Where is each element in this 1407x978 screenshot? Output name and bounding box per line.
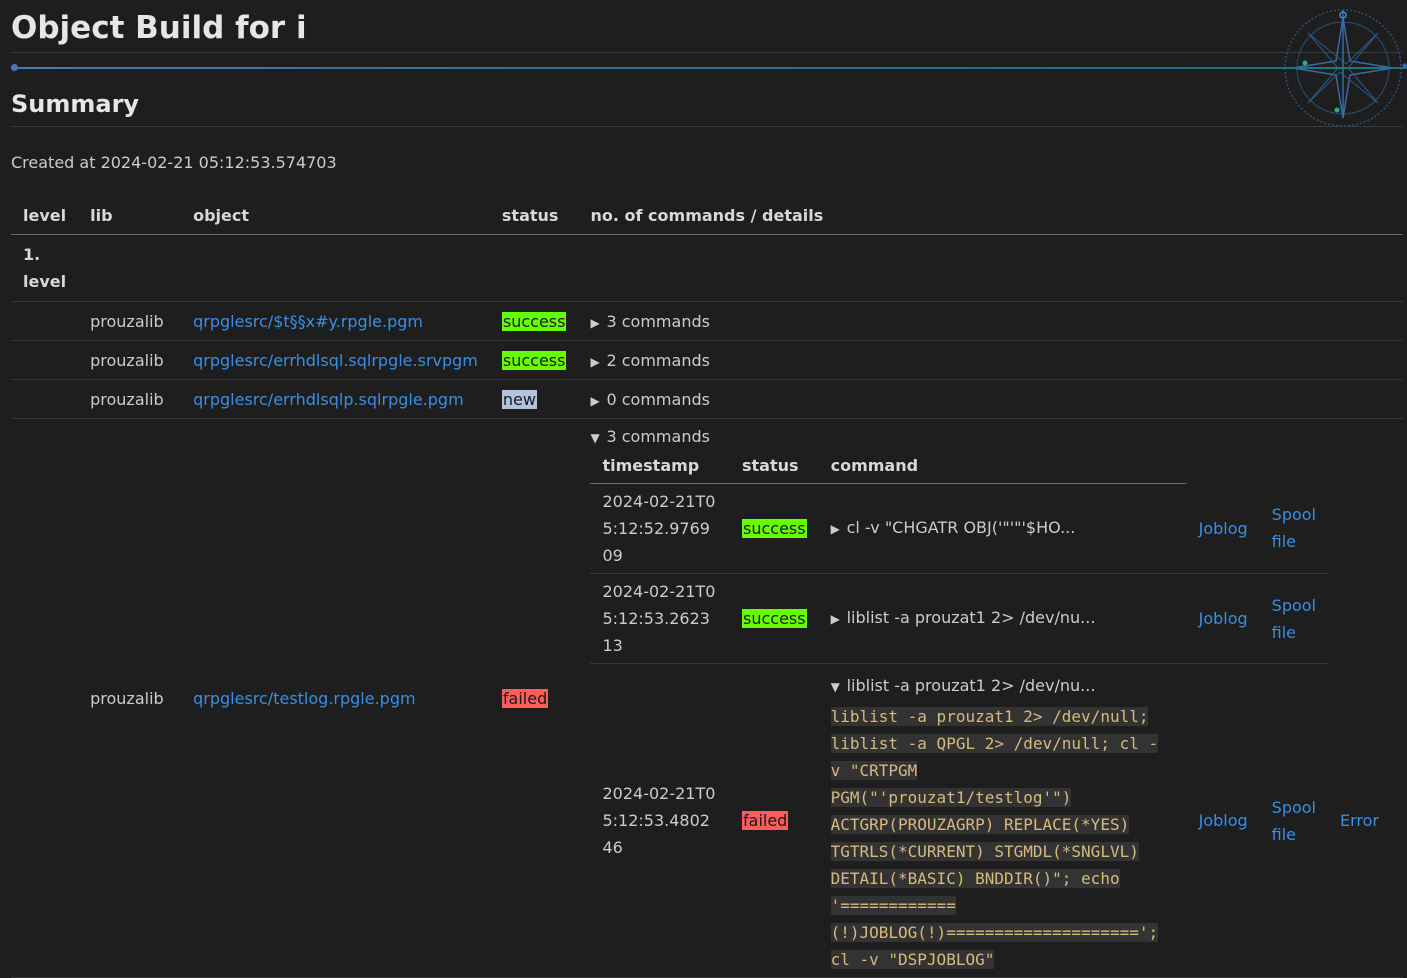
level-label: 1. level <box>11 235 78 302</box>
col-command: command <box>819 451 1187 484</box>
caret-right-icon: ▶ <box>590 316 606 330</box>
joblog-link[interactable]: Joblog <box>1199 609 1248 628</box>
caret-down-icon: ▼ <box>831 674 847 701</box>
command-toggle[interactable]: ▶liblist -a prouzat1 2> /dev/nu... <box>819 574 1187 664</box>
commands-summary: 3 commands <box>606 427 709 446</box>
spool-file-link[interactable]: Spool file <box>1272 798 1316 844</box>
cmd-status-badge: success <box>742 519 807 538</box>
commands-toggle[interactable]: ▼3 commands <box>590 427 1391 451</box>
lib-cell: prouzalib <box>78 380 181 419</box>
table-row: prouzalib qrpglesrc/errhdlsql.sqlrpgle.s… <box>11 341 1403 380</box>
joblog-link[interactable]: Joblog <box>1199 811 1248 830</box>
status-badge: success <box>502 351 567 370</box>
underline-dot <box>11 64 18 71</box>
page-title: Object Build for i <box>11 0 1403 53</box>
command-toggle[interactable]: ▼liblist -a prouzat1 2> /dev/nu... <box>831 672 1175 701</box>
commands-toggle[interactable]: ▶0 commands <box>578 380 1403 419</box>
caret-right-icon: ▶ <box>831 516 847 543</box>
lib-cell: prouzalib <box>78 341 181 380</box>
caret-down-icon: ▼ <box>590 431 606 445</box>
object-link[interactable]: qrpglesrc/errhdlsqlp.sqlrpgle.pgm <box>193 390 464 409</box>
caret-right-icon: ▶ <box>590 394 606 408</box>
commands-summary: 2 commands <box>606 351 709 370</box>
joblog-link[interactable]: Joblog <box>1199 519 1248 538</box>
commands-table: timestamp status command 2024-02-21T05:1… <box>590 451 1391 977</box>
title-underline <box>11 67 1406 69</box>
status-badge: new <box>502 390 537 409</box>
level-row: 1. level <box>11 235 1403 302</box>
cmd-timestamp: 2024-02-21T05:12:52.976909 <box>590 484 730 574</box>
compass-logo-icon <box>1280 6 1407 130</box>
table-row: prouzalib qrpglesrc/testlog.rpgle.pgm fa… <box>11 419 1403 978</box>
command-toggle[interactable]: ▶cl -v "CHGATR OBJ('"'"'$HO... <box>819 484 1187 574</box>
spool-file-link[interactable]: Spool file <box>1272 505 1316 551</box>
lib-cell: prouzalib <box>78 419 181 978</box>
col-status: status <box>490 196 579 235</box>
cmd-status-badge: failed <box>742 811 788 830</box>
lib-cell: prouzalib <box>78 302 181 341</box>
command-preview: cl -v "CHGATR OBJ('"'"'$HO... <box>847 518 1076 537</box>
table-row: prouzalib qrpglesrc/$t§§x#y.rpgle.pgm su… <box>11 302 1403 341</box>
error-link[interactable]: Error <box>1340 811 1379 830</box>
cmd-timestamp: 2024-02-21T05:12:53.480246 <box>590 664 730 978</box>
status-badge: failed <box>502 689 548 708</box>
commands-summary: 3 commands <box>606 312 709 331</box>
command-row: 2024-02-21T05:12:53.262313 success ▶libl… <box>590 574 1391 664</box>
commands-toggle[interactable]: ▶3 commands <box>578 302 1403 341</box>
command-row: 2024-02-21T05:12:53.480246 failed ▼libli… <box>590 664 1391 978</box>
spool-file-link[interactable]: Spool file <box>1272 596 1316 642</box>
caret-right-icon: ▶ <box>590 355 606 369</box>
col-lib: lib <box>78 196 181 235</box>
build-summary-table: level lib object status no. of commands … <box>11 196 1403 978</box>
full-command-code: liblist -a prouzat1 2> /dev/null; liblis… <box>831 703 1175 973</box>
col-commands: no. of commands / details <box>578 196 1403 235</box>
command-preview: liblist -a prouzat1 2> /dev/nu... <box>847 676 1096 695</box>
table-header-row: level lib object status no. of commands … <box>11 196 1403 235</box>
summary-heading: Summary <box>11 90 1403 127</box>
object-link[interactable]: qrpglesrc/testlog.rpgle.pgm <box>193 689 415 708</box>
command-preview: liblist -a prouzat1 2> /dev/nu... <box>847 608 1096 627</box>
cmd-timestamp: 2024-02-21T05:12:53.262313 <box>590 574 730 664</box>
cmd-status-badge: success <box>742 609 807 628</box>
status-badge: success <box>502 312 567 331</box>
object-link[interactable]: qrpglesrc/errhdlsql.sqlrpgle.srvpgm <box>193 351 478 370</box>
object-link[interactable]: qrpglesrc/$t§§x#y.rpgle.pgm <box>193 312 423 331</box>
commands-summary: 0 commands <box>606 390 709 409</box>
command-row: 2024-02-21T05:12:52.976909 success ▶cl -… <box>590 484 1391 574</box>
col-timestamp: timestamp <box>590 451 730 484</box>
col-level: level <box>11 196 78 235</box>
table-row: prouzalib qrpglesrc/errhdlsqlp.sqlrpgle.… <box>11 380 1403 419</box>
col-object: object <box>181 196 490 235</box>
caret-right-icon: ▶ <box>831 606 847 633</box>
commands-toggle[interactable]: ▶2 commands <box>578 341 1403 380</box>
created-timestamp: Created at 2024-02-21 05:12:53.574703 <box>11 153 337 172</box>
col-cmd-status: status <box>730 451 819 484</box>
